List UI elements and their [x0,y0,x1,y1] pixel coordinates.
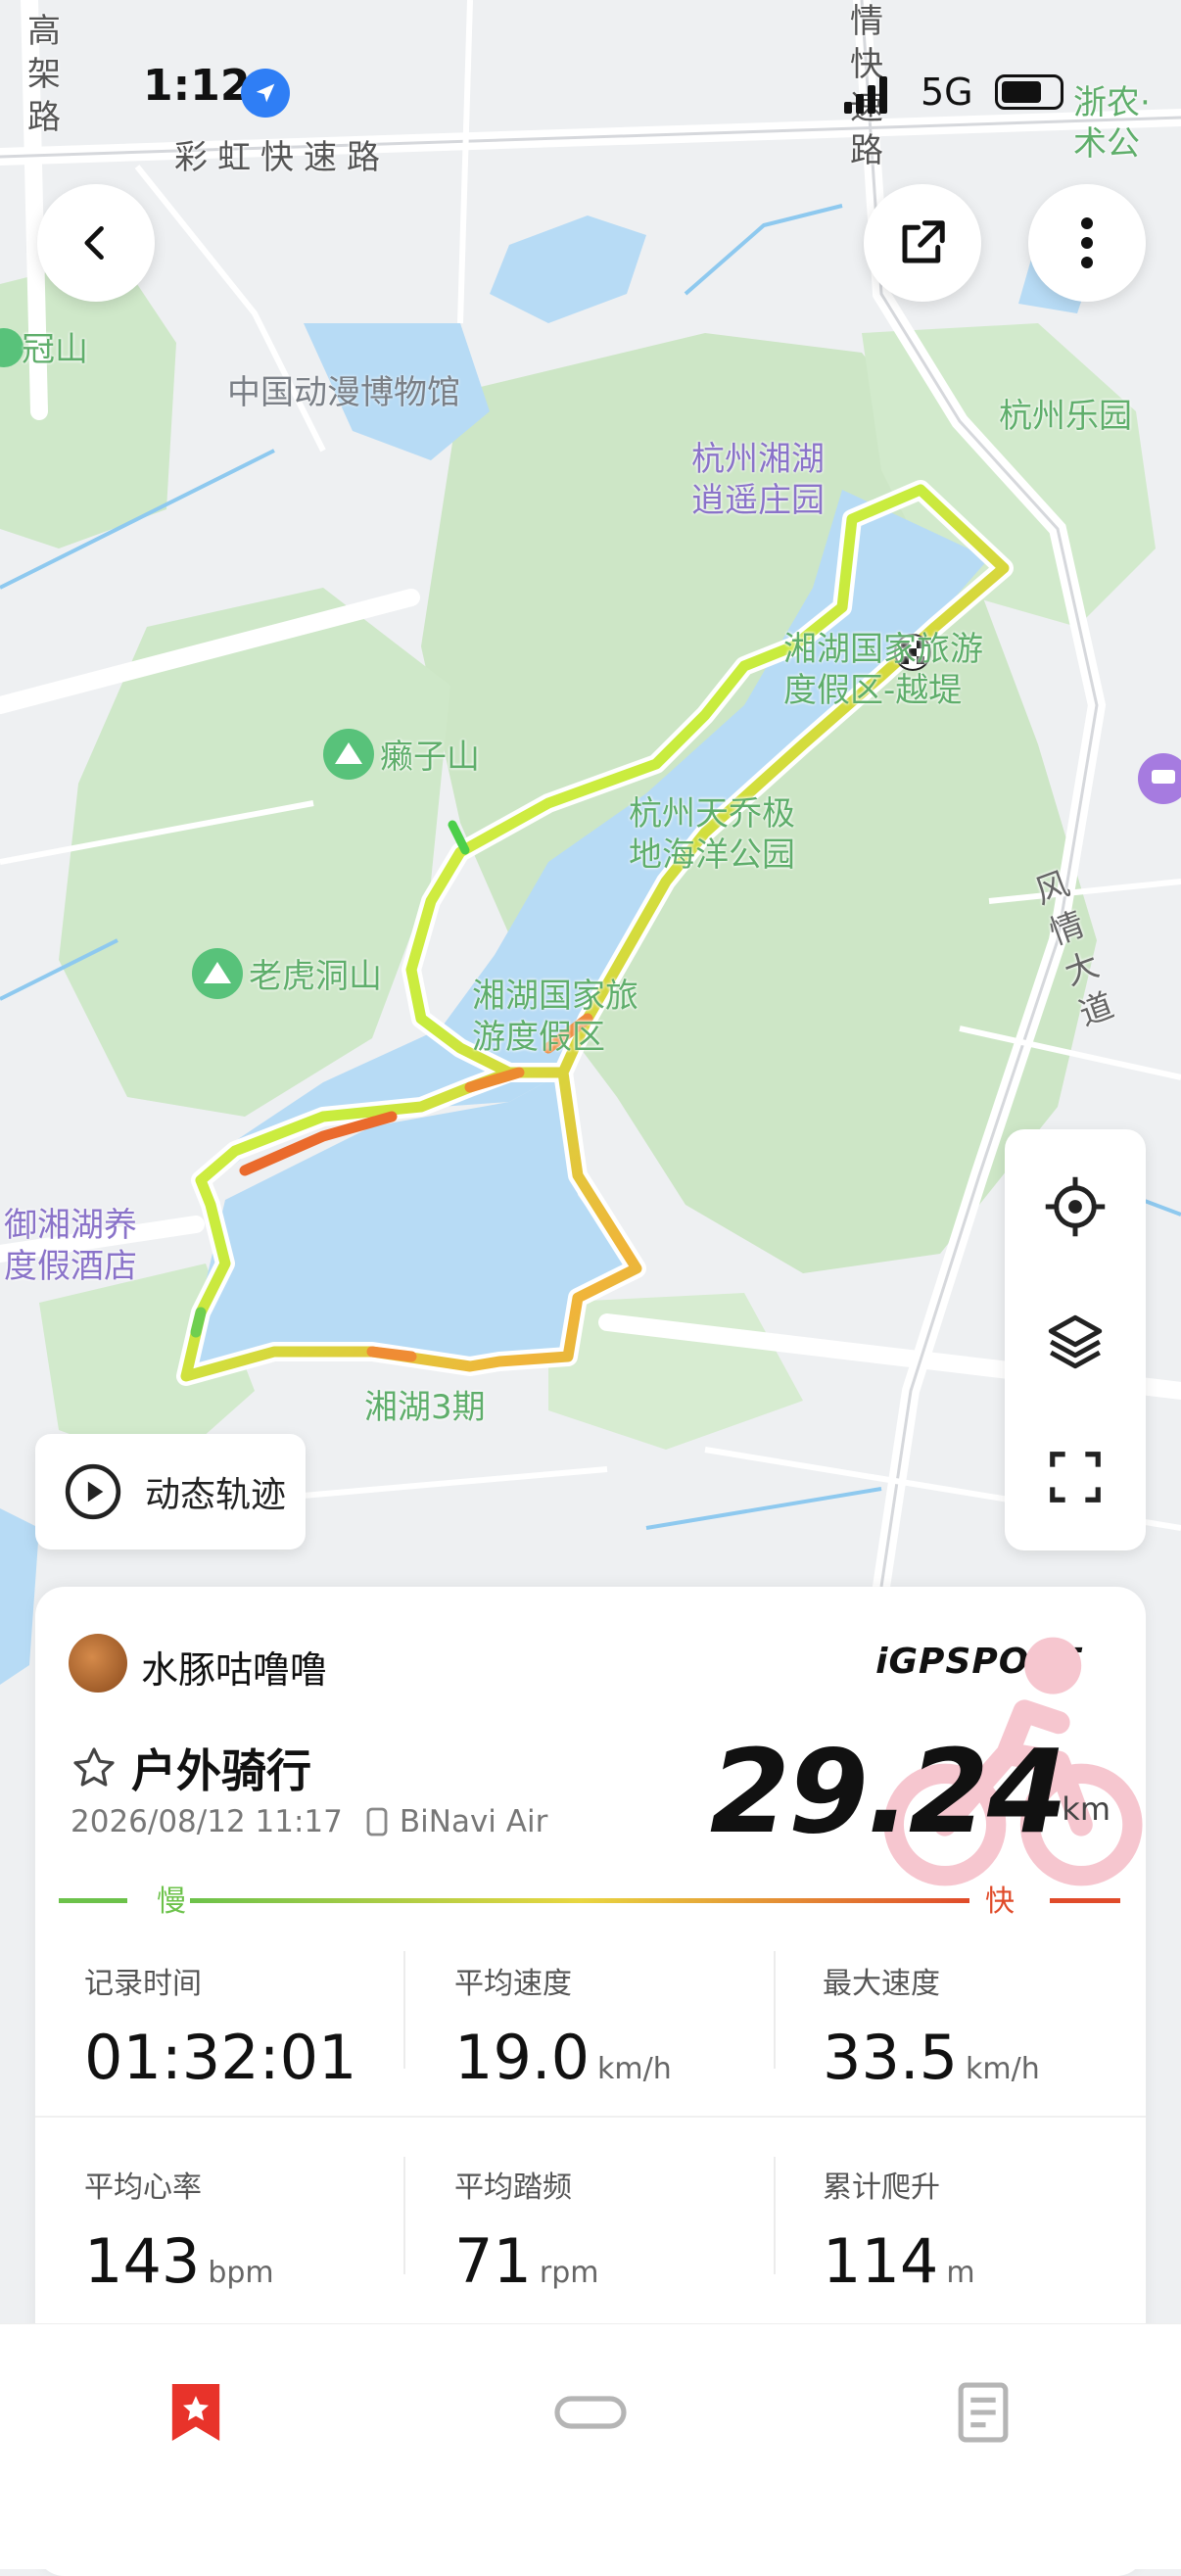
map-label-xianghu-tourism-yue: 湘湖国家旅游 度假区-越堤 [783,630,983,710]
user-name[interactable]: 水豚咕噜噜 [141,1640,327,1693]
map-label-zhejiang-agri: 浙农· 术公 [1073,83,1151,164]
document-icon [958,2382,1009,2443]
more-button[interactable] [1028,184,1146,302]
stat-label: 平均心率 [84,2171,202,2205]
crosshair-icon [1045,1176,1106,1237]
bottom-tab-bar [0,2323,1181,2569]
map-label-animation-museum: 中国动漫博物馆 [227,373,460,412]
share-button[interactable] [864,184,981,302]
mountain-pin-icon [192,948,243,999]
avatar[interactable] [69,1634,127,1693]
stat-value: 114 [823,2225,939,2297]
stat-label: 累计爬升 [823,2171,940,2205]
stat-value: 33.5 [823,2022,959,2093]
stat-unit: rpm [539,2256,599,2290]
stat-avg-cadence: 平均踏频 71 rpm [454,2163,787,2297]
link-icon [554,2396,627,2429]
stat-label: 最大速度 [823,1967,940,2001]
map-label-hangzhou-paradise: 杭州乐园 [999,397,1132,436]
map-label-guanshan: 冠山 [22,330,88,369]
stat-label: 平均速度 [454,1967,572,2001]
stat-unit: km/h [966,2052,1040,2086]
map-label-yuxianghu-hotel: 御湘湖养 度假酒店 [4,1206,137,1286]
device-name: BiNavi Air [399,1804,548,1839]
stat-avg-heart-rate: 平均心率 143 bpm [84,2163,417,2297]
locate-button[interactable] [1005,1153,1146,1261]
map-tool-panel [1005,1129,1146,1550]
stat-unit: bpm [208,2256,274,2290]
activity-type: 户外骑行 [131,1744,311,1797]
fullscreen-icon [1050,1452,1101,1503]
fullscreen-button[interactable] [1005,1423,1146,1531]
map-label-gaojia-road: 高架路 [27,12,71,137]
battery-icon [995,74,1063,110]
stat-value: 143 [84,2225,201,2297]
status-time: 1:12 [143,61,251,111]
distance-unit: km [1062,1790,1110,1828]
legend-slow-label: 慢 [157,1884,186,1919]
tab-overview[interactable] [147,2363,245,2461]
map-label-rainbow-expressway: 彩虹快速路 [174,138,390,177]
map-label-xianghu-tourism: 湘湖国家旅 游度假区 [472,977,638,1057]
stat-value: 01:32:01 [84,2022,357,2093]
legend-fast-label: 快 [985,1884,1015,1919]
more-vertical-icon [1081,217,1093,268]
signal-icon [844,76,889,118]
location-arrow-icon [241,69,290,118]
stat-record-time: 记录时间 01:32:01 [84,1959,417,2093]
replay-track-label: 动态轨迹 [145,1475,287,1515]
status-network: 5G [921,71,973,114]
map-label-xianghu-resort-park: 杭州湘湖 逍遥庄园 [691,440,825,520]
stat-label: 记录时间 [84,1967,202,2001]
mountain-pin-icon [323,729,374,780]
stat-unit: km/h [597,2052,672,2086]
share-icon [902,220,945,263]
stat-avg-speed: 平均速度 19.0 km/h [454,1959,787,2093]
stat-elevation-gain: 累计爬升 114 m [823,2163,1156,2297]
activity-datetime: 2026/08/12 11:17 [71,1804,343,1839]
stat-unit: m [946,2256,975,2290]
stat-max-speed: 最大速度 33.5 km/h [823,1959,1156,2093]
map-label-lizishan: 癞子山 [380,738,480,777]
layers-icon [1048,1314,1103,1369]
distance-value: 29.24 [709,1724,1067,1859]
bookmark-icon [171,2384,220,2441]
chevron-left-icon [84,225,104,261]
tab-details[interactable] [934,2363,1032,2461]
play-circle-icon [65,1463,121,1520]
replay-track-button[interactable]: 动态轨迹 [35,1434,306,1550]
star-icon[interactable] [71,1744,118,1791]
tab-segments[interactable] [542,2363,639,2461]
stat-label: 平均踏频 [454,2171,572,2205]
stat-value: 71 [454,2225,532,2297]
stat-value: 19.0 [454,2022,590,2093]
device-icon [366,1807,388,1837]
map-label-laohudongshan: 老虎洞山 [249,957,382,996]
layers-button[interactable] [1005,1288,1146,1396]
speed-legend: 慢 快 [59,1877,1122,1926]
back-button[interactable] [37,184,155,302]
map-label-tianqiaoji-park: 杭州天乔极 地海洋公园 [629,794,795,875]
map-label-xianghu-phase3: 湘湖3期 [364,1388,486,1427]
